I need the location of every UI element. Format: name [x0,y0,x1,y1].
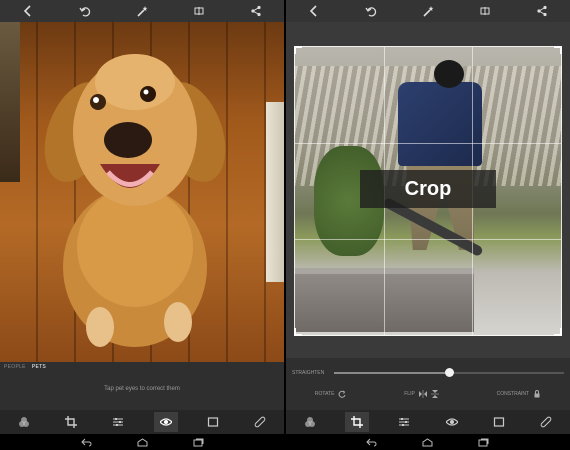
eye-icon[interactable] [440,412,464,432]
left-topbar [0,0,284,22]
magic-wand-icon[interactable] [417,0,439,22]
home-nav-icon[interactable] [135,436,151,448]
nav-group-left [0,436,285,448]
right-tool-bar [286,410,570,434]
dog-eye-left[interactable] [93,97,99,103]
eye-icon[interactable] [153,412,178,432]
slider-thumb[interactable] [445,368,454,377]
adjust-icon[interactable] [106,412,130,432]
constraint-label: CONSTRAINT [496,391,530,397]
effects-icon[interactable] [298,412,322,432]
flip-horizontal-icon [418,390,427,398]
crop-label: Crop [360,170,496,208]
frame-icon[interactable] [201,412,225,432]
crop-tools-row: ROTATE FLIP CONSTRAINT [286,390,570,398]
dog-photo[interactable] [0,22,284,362]
crop-icon[interactable] [59,412,83,432]
adjust-icon[interactable] [392,412,416,432]
home-nav-icon[interactable] [420,436,436,448]
crop-handle-top-right[interactable] [554,46,562,54]
system-nav-bar [0,434,570,450]
dog-illustration [44,54,226,347]
left-tool-bar [0,410,284,434]
right-panel: Crop STRAIGHTEN ROTATE FLIP CONSTRAINT [286,0,570,434]
hint-text: Tap pet eyes to correct them [104,386,180,392]
tab-pets[interactable]: PETS [32,364,46,370]
recents-nav-icon[interactable] [191,436,207,448]
flip-label: FLIP [404,391,415,397]
back-icon[interactable] [17,0,39,22]
constraint-button[interactable]: CONSTRAINT [497,390,542,398]
compare-icon[interactable] [474,0,496,22]
rotate-label: ROTATE [314,391,335,397]
undo-icon[interactable] [360,0,382,22]
straighten-label: STRAIGHTEN [292,370,325,376]
effects-icon[interactable] [12,412,36,432]
share-icon[interactable] [245,0,267,22]
right-topbar [286,0,570,22]
crop-options: STRAIGHTEN ROTATE FLIP CONSTRAINT [286,358,570,410]
nav-group-right [285,436,570,448]
back-nav-icon[interactable] [364,436,380,448]
pet-eye-options: PEOPLE PETS Tap pet eyes to correct them [0,362,284,410]
eye-mode-tabs: PEOPLE PETS [4,364,46,370]
straighten-slider[interactable] [334,368,564,377]
share-icon[interactable] [531,0,553,22]
crop-handle-bottom-right[interactable] [554,328,562,336]
flip-vertical-icon [430,390,439,398]
bandage-icon[interactable] [248,412,272,432]
undo-icon[interactable] [74,0,96,22]
bandage-icon[interactable] [534,412,558,432]
straighten-row: STRAIGHTEN [292,366,564,380]
crop-handle-top-left[interactable] [294,46,302,54]
slider-fill [334,372,449,374]
crop-icon[interactable] [344,412,369,432]
rotate-icon [339,390,346,398]
tab-people[interactable]: PEOPLE [4,364,26,370]
recents-nav-icon[interactable] [476,436,492,448]
rotate-button[interactable]: ROTATE [315,390,347,398]
left-panel: PEOPLE PETS Tap pet eyes to correct them [0,0,284,434]
lock-icon [534,390,540,398]
back-icon[interactable] [303,0,325,22]
compare-icon[interactable] [188,0,210,22]
magic-wand-icon[interactable] [131,0,153,22]
flip-button[interactable]: FLIP [404,390,439,398]
frame-icon[interactable] [487,412,511,432]
crop-handle-bottom-left[interactable] [294,328,302,336]
dog-eye-right[interactable] [143,89,149,95]
back-nav-icon[interactable] [79,436,95,448]
